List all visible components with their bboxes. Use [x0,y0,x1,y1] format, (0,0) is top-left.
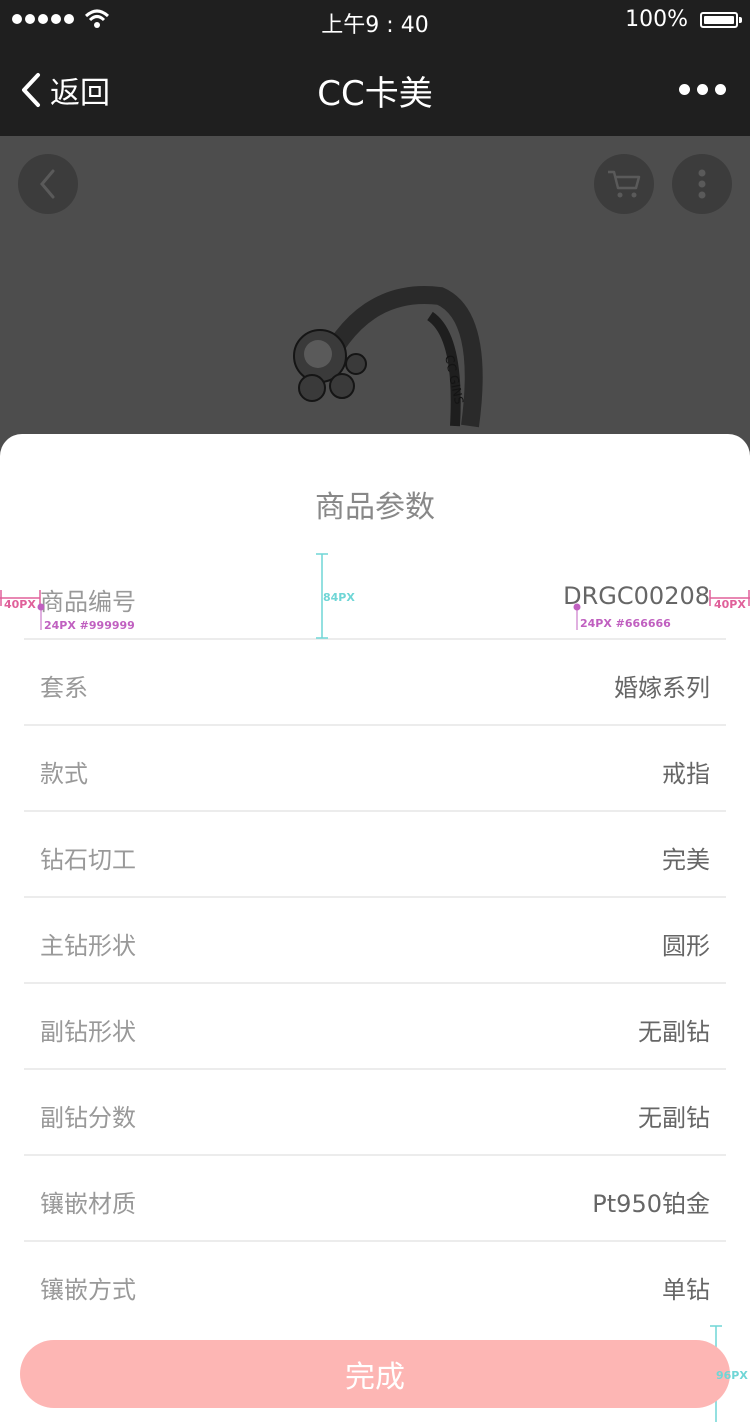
status-bar: 上午9 : 40 100% [0,0,750,40]
param-label: 镶嵌方式 [40,1276,136,1304]
param-row: 钻石切工 完美 [24,812,726,898]
param-value: 无副钻 [638,1104,710,1132]
ring-image: CC GINS [293,286,483,428]
spec-label-style: 24PX #999999 [44,619,135,632]
param-value: 完美 [662,846,710,874]
param-value: 无副钻 [638,1018,710,1046]
hero-back-button[interactable] [18,154,78,214]
spec-button-height: 96PX [716,1369,748,1382]
param-label: 套系 [40,674,88,702]
param-label: 镶嵌材质 [40,1190,136,1218]
param-row: 副钻分数 无副钻 [24,1070,726,1156]
cart-icon [608,170,641,198]
param-value: 单钻 [662,1276,710,1304]
more-vertical-icon [698,169,706,199]
page-title: CC卡美 [317,74,433,114]
param-row: 款式 戒指 [24,726,726,812]
spec-margin-left: 40PX [4,598,36,611]
param-row: 副钻形状 无副钻 [24,984,726,1070]
param-row: 主钻形状 圆形 [24,898,726,984]
nav-bar: 返回 CC卡美 [0,40,750,136]
spec-margin-right: 40PX [714,598,746,611]
battery-icon [700,12,742,28]
param-label: 商品编号 [40,588,136,616]
sheet-title: 商品参数 [315,490,435,525]
param-row: 镶嵌方式 单钻 [24,1242,726,1328]
cart-button[interactable] [594,154,654,214]
param-value: DRGC00208 [563,582,710,610]
param-label: 副钻形状 [40,1018,136,1046]
done-button[interactable]: 完成 [20,1340,730,1408]
param-label: 钻石切工 [40,846,136,874]
param-row: 套系 婚嫁系列 [24,640,726,726]
param-value: 圆形 [662,932,710,960]
svg-text:CC GINS: CC GINS [442,354,466,406]
chevron-left-icon [40,169,55,199]
param-label: 主钻形状 [40,932,136,960]
params-sheet: 商品参数 商品编号 DRGC00208 套系 婚嫁系列 款式 戒指 钻石切工 完… [0,434,750,1422]
param-row: 镶嵌材质 Pt950铂金 [24,1156,726,1242]
param-value: 婚嫁系列 [614,674,710,702]
more-menu-icon[interactable] [679,84,726,95]
battery-percent: 100% [625,7,688,32]
spec-value-style: 24PX #666666 [580,617,671,630]
param-value: Pt950铂金 [592,1190,710,1218]
product-hero: CC GINS [0,136,750,456]
param-label: 款式 [40,760,88,788]
spec-row-height: 84PX [323,591,355,604]
param-value: 戒指 [662,760,710,788]
hero-more-button[interactable] [672,154,732,214]
param-label: 副钻分数 [40,1104,136,1132]
